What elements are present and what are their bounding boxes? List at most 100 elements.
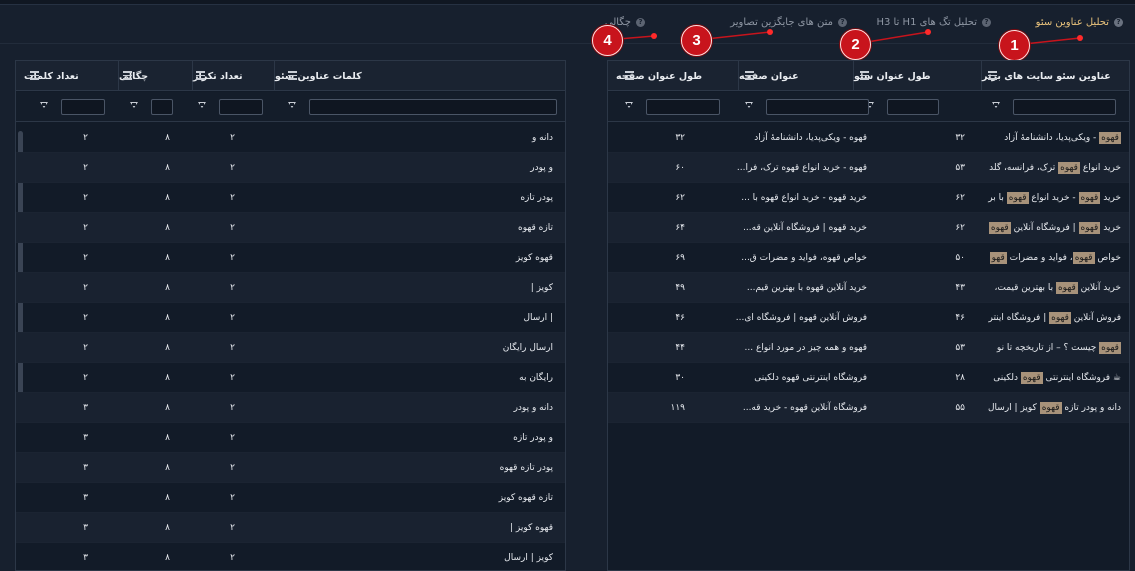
cell-word: تازه قهوه کویز xyxy=(498,493,553,503)
cell-word-count: ۲ xyxy=(83,313,88,323)
cell-repeat: ۲ xyxy=(230,403,235,413)
table-row[interactable]: کویز | ۲ ۸ ۲ xyxy=(16,273,565,303)
filter-icon[interactable] xyxy=(745,102,753,108)
table-row[interactable]: خواص قهوه، فواید و مضرات قهو ۵۰ خواص قهوه،… xyxy=(608,243,1129,273)
help-icon[interactable]: ? xyxy=(982,17,991,27)
column-menu-icon[interactable] xyxy=(860,71,869,80)
filter-input-density[interactable] xyxy=(151,99,173,115)
cell-word-count: ۲ xyxy=(83,133,88,143)
cell-word-count: ۳ xyxy=(83,553,88,563)
filter-input-seo-title[interactable] xyxy=(1013,99,1116,115)
keyword-highlight: قهوه xyxy=(1078,222,1101,234)
column-menu-icon[interactable] xyxy=(123,71,132,80)
table-row[interactable]: دانه و پودر ۲ ۸ ۳ xyxy=(16,393,565,423)
filter-input-repeat[interactable] xyxy=(219,99,263,115)
table-row[interactable]: دانه و ۲ ۸ ۲ xyxy=(16,123,565,153)
cell-seo-length: ۵۵ xyxy=(955,403,965,413)
column-menu-icon[interactable] xyxy=(196,71,205,80)
help-icon[interactable]: ? xyxy=(1114,17,1123,27)
filter-input-page-title[interactable] xyxy=(766,99,869,115)
help-icon[interactable]: ? xyxy=(838,17,847,27)
table-row[interactable]: تازه قهوه کویز ۲ ۸ ۳ xyxy=(16,483,565,513)
table-row[interactable]: پودر تازه ۲ ۸ ۲ xyxy=(16,183,565,213)
cell-repeat: ۲ xyxy=(230,223,235,233)
table-row[interactable]: قهوه چیست ؟ – از تاریخچه تا نو ۵۳ قهوه و ه… xyxy=(608,333,1129,363)
filter-icon[interactable] xyxy=(198,102,206,108)
text-part: فروش آنلاین xyxy=(1070,313,1121,323)
header-seo-title-length[interactable]: طول عنوان سئو xyxy=(853,61,981,91)
cell-density: ۸ xyxy=(165,283,170,293)
cell-page-title: خرید قهوه - خرید انواع قهوه با ... xyxy=(741,193,867,203)
cell-word: دانه و پودر xyxy=(513,403,553,413)
table-header: کلمات عناوین سئو تعداد تکرار چگالی تعداد… xyxy=(16,61,565,91)
table-row[interactable]: خرید قهوه | فروشگاه آنلاین قهوه ۶۲ خرید قه… xyxy=(608,213,1129,243)
table-row[interactable]: قهوه - ویکی‌پدیا، دانشنامهٔ آزاد ۳۲ قهوه -… xyxy=(608,123,1129,153)
column-menu-icon[interactable] xyxy=(988,71,997,80)
table-row[interactable]: و پودر تازه ۲ ۸ ۳ xyxy=(16,423,565,453)
filter-icon[interactable] xyxy=(130,102,138,108)
filter-icon[interactable] xyxy=(992,102,1000,108)
filter-icon[interactable] xyxy=(288,102,296,108)
keyword-highlight: قهوه xyxy=(1055,282,1078,294)
header-top-seo-titles[interactable]: عناوین سئو سایت های برتر xyxy=(981,61,1129,91)
table-row[interactable]: خرید آنلاین قهوه با بهترین قیمت، ۴۳ خرید آ… xyxy=(608,273,1129,303)
column-menu-icon[interactable] xyxy=(30,71,39,80)
tab-label: تحلیل عناوین سئو xyxy=(1035,16,1109,28)
cell-seo-length: ۴۳ xyxy=(955,283,965,293)
table-row[interactable]: رایگان به ۲ ۸ ۲ xyxy=(16,363,565,393)
filter-row xyxy=(608,92,1129,122)
table-row[interactable]: | ارسال ۲ ۸ ۲ xyxy=(16,303,565,333)
filter-icon[interactable] xyxy=(40,102,48,108)
help-icon[interactable]: ? xyxy=(636,17,645,27)
tab-label: تحلیل تگ های H1 تا H3 xyxy=(876,16,977,28)
table-row[interactable]: تازه قهوه ۲ ۸ ۲ xyxy=(16,213,565,243)
marker-3-dot xyxy=(767,29,773,35)
table-row[interactable]: قهوه کویز ۲ ۸ ۲ xyxy=(16,243,565,273)
table-row[interactable]: و پودر ۲ ۸ ۲ xyxy=(16,153,565,183)
table-row[interactable]: ☕ فروشگاه اینترنتی قهوه دلکینی ۲۸ فروشگاه … xyxy=(608,363,1129,393)
marker-2-dot xyxy=(925,29,931,35)
cell-word: و پودر تازه xyxy=(513,433,553,443)
cell-repeat: ۲ xyxy=(230,463,235,473)
table-row[interactable]: خرید انواع قهوه ترک، فرانسه، گلد ۵۳ قهوه -… xyxy=(608,153,1129,183)
tab-alt-texts[interactable]: ? متن های جایگزین تصاویر xyxy=(730,10,847,34)
header-page-title[interactable]: عنوان صفحه xyxy=(738,61,853,91)
text-part: ☕ فروشگاه اینترنتی xyxy=(1042,373,1122,383)
filter-input-words[interactable] xyxy=(309,99,557,115)
text-part: با بر xyxy=(988,193,1007,203)
cell-seo-title: قهوه چیست ؟ – از تاریخچه تا نو xyxy=(981,333,1121,363)
table-row[interactable]: کویز | ارسال ۲ ۸ ۳ xyxy=(16,543,565,570)
cell-page-length: ۴۴ xyxy=(675,343,685,353)
tab-headings[interactable]: ? تحلیل تگ های H1 تا H3 xyxy=(876,10,991,34)
header-page-title-length[interactable]: طول عنوان صفحه xyxy=(616,61,738,91)
table-row[interactable]: پودر تازه قهوه ۲ ۸ ۳ xyxy=(16,453,565,483)
filter-icon[interactable] xyxy=(625,102,633,108)
table-row[interactable]: قهوه کویز | ۲ ۸ ۳ xyxy=(16,513,565,543)
column-menu-icon[interactable] xyxy=(745,71,754,80)
cell-density: ۸ xyxy=(165,523,170,533)
top-divider xyxy=(0,4,1135,5)
cell-word: دانه و xyxy=(531,133,553,143)
table-row[interactable]: فروش آنلاین قهوه | فروشگاه اینتر ۴۶ فروش آ… xyxy=(608,303,1129,333)
cell-density: ۸ xyxy=(165,433,170,443)
tab-seo-titles[interactable]: ? تحلیل عناوین سئو xyxy=(1036,10,1123,34)
filter-input-word-count[interactable] xyxy=(61,99,105,115)
filter-input-seo-length[interactable] xyxy=(887,99,939,115)
cell-word-count: ۲ xyxy=(83,373,88,383)
column-menu-icon[interactable] xyxy=(288,71,297,80)
header-title-words[interactable]: کلمات عناوین سئو xyxy=(274,61,565,91)
cell-density: ۸ xyxy=(165,493,170,503)
text-part: ترک، فرانسه، گلد xyxy=(989,163,1059,173)
column-menu-icon[interactable] xyxy=(625,71,634,80)
table-row[interactable]: دانه و پودر تازه قهوه کویز | ارسال ۵۵ فروش… xyxy=(608,393,1129,423)
cell-density: ۸ xyxy=(165,463,170,473)
table-row[interactable]: ارسال رایگان ۲ ۸ ۲ xyxy=(16,333,565,363)
cell-repeat: ۲ xyxy=(230,283,235,293)
text-part: خرید آنلاین xyxy=(1077,283,1121,293)
cell-density: ۸ xyxy=(165,343,170,353)
table-row[interactable]: خرید قهوه - خرید انواع قهوه با بر ۶۲ خرید … xyxy=(608,183,1129,213)
cell-repeat: ۲ xyxy=(230,553,235,563)
cell-seo-length: ۳۲ xyxy=(955,133,965,143)
filter-input-page-length[interactable] xyxy=(646,99,720,115)
marker-4-dot xyxy=(651,33,657,39)
